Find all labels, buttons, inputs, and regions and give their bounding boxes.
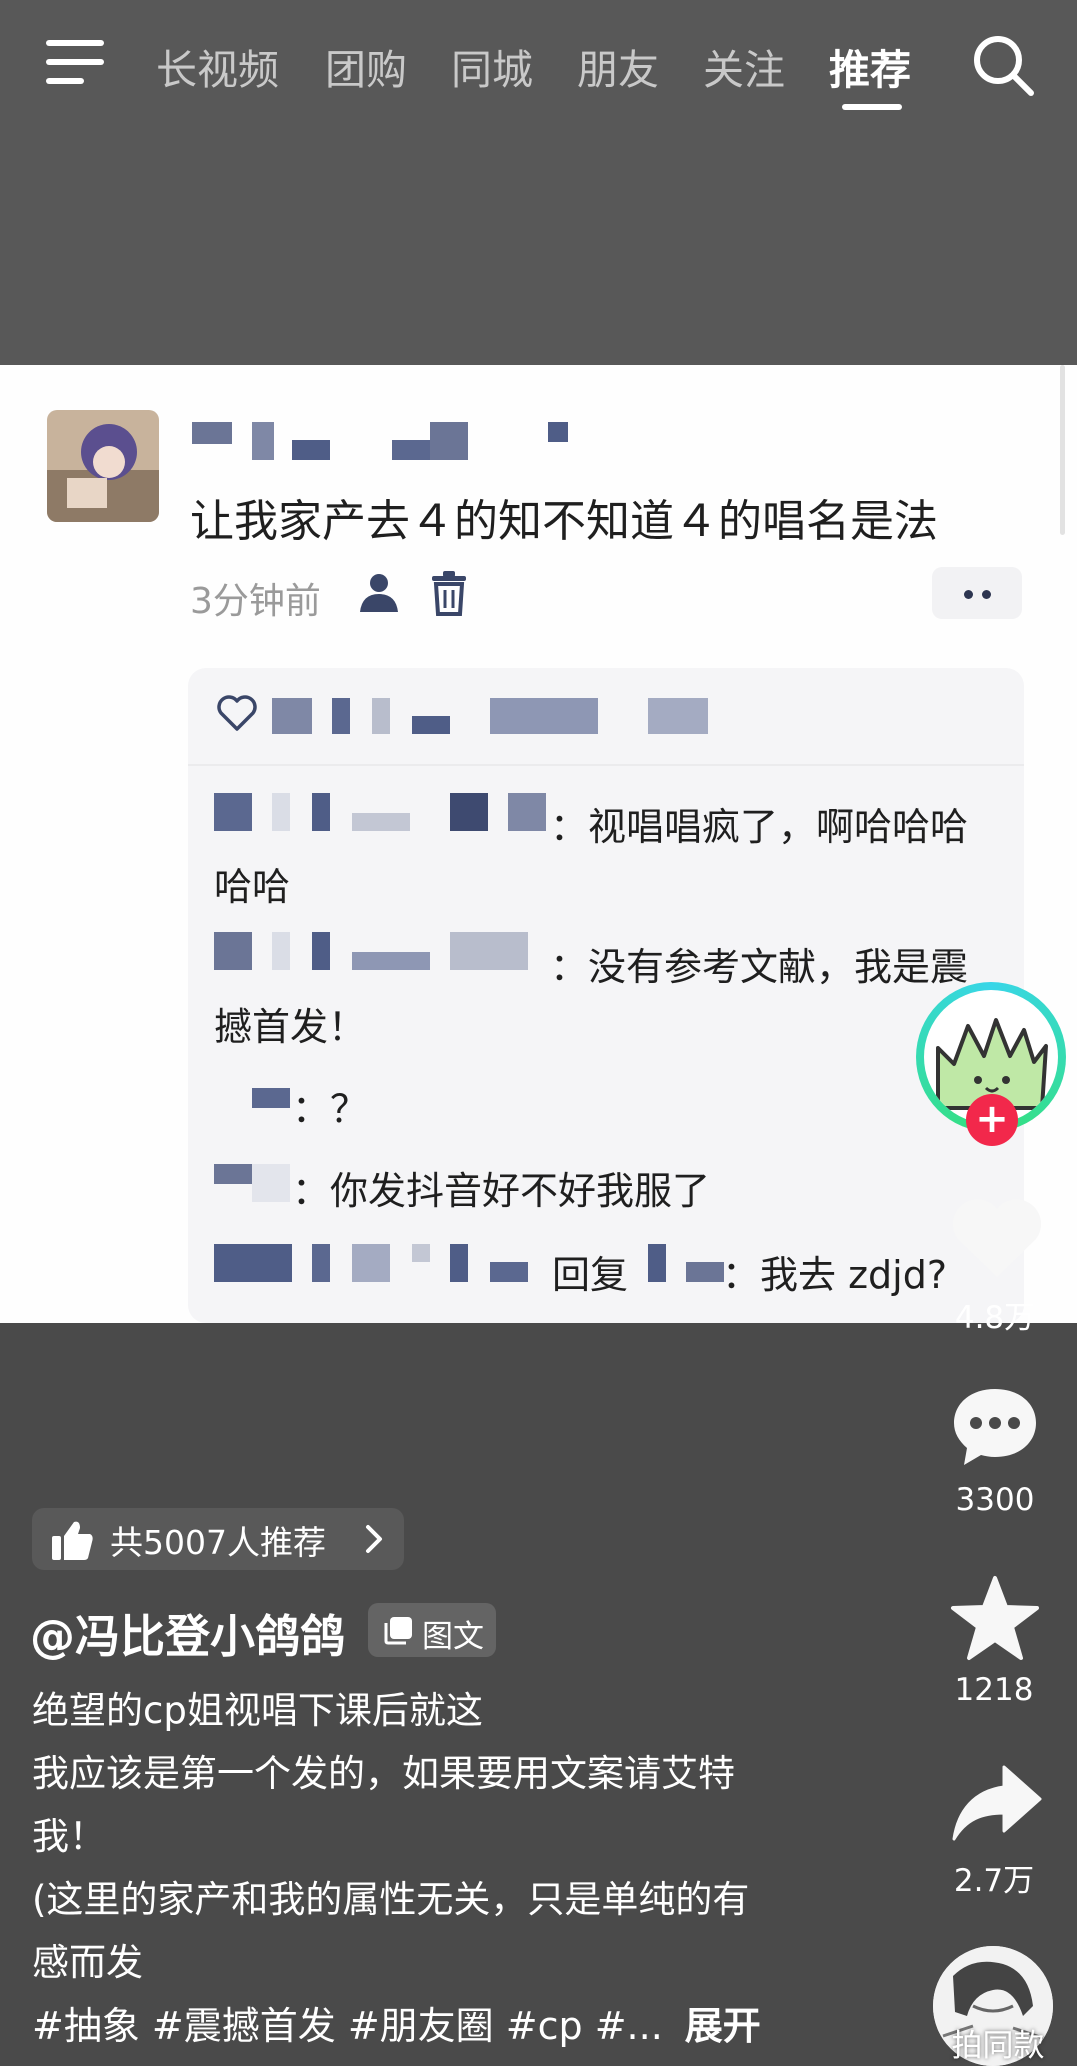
censored-reply-author [490, 1262, 528, 1282]
censored-reply-author [214, 1244, 292, 1282]
censored-likers [412, 716, 450, 734]
trash-icon[interactable] [430, 570, 468, 616]
heart-icon[interactable] [950, 1195, 1044, 1283]
like-count: 4.8万 [954, 1300, 1036, 1336]
censored-reply-author [272, 932, 290, 970]
chevron-right-icon [366, 1525, 382, 1553]
share-count: 2.7万 [953, 1863, 1035, 1899]
commenter-avatar [47, 410, 159, 522]
censored-username [392, 440, 430, 460]
censored-reply-author [450, 793, 488, 831]
tab-recommend[interactable]: 推荐 [829, 36, 911, 96]
more-options-button[interactable] [932, 567, 1022, 619]
tab-long-video[interactable]: 长视频 [156, 36, 279, 96]
reply-word: 回复 [552, 1253, 629, 1297]
censored-reply-author [450, 932, 528, 970]
reply-text: ：？ [292, 1087, 369, 1131]
censored-username [252, 422, 274, 460]
active-tab-indicator [842, 104, 902, 110]
share-icon[interactable] [950, 1763, 1042, 1843]
reply-text: ：没有参考文献，我是震 [550, 945, 969, 989]
image-text-icon [384, 1617, 412, 1645]
censored-likers [372, 698, 390, 734]
tab-group-buy[interactable]: 团购 [325, 36, 407, 96]
censored-reply-author [412, 1244, 430, 1262]
censored-reply-author [214, 932, 252, 970]
tab-following[interactable]: 关注 [703, 36, 785, 96]
reply-text: 哈哈 [214, 865, 291, 909]
censored-reply-author [352, 813, 410, 831]
favorite-count: 1218 [954, 1672, 1034, 1708]
reply-text: ：我去 zdjd? [722, 1253, 947, 1297]
recommend-count-text[interactable]: 共5007人推荐 [110, 1516, 326, 1564]
author-name[interactable]: @冯比登小鸽鸽 [30, 1600, 345, 1665]
image-scrollbar [1060, 365, 1065, 535]
censored-likers [648, 698, 708, 734]
censored-reply-author [214, 793, 252, 831]
censored-username [192, 422, 232, 444]
reply-text: ：你发抖音好不好我服了 [292, 1169, 711, 1213]
comment-count: 3300 [955, 1482, 1035, 1518]
comment-timestamp: 3分钟前 [190, 581, 321, 622]
description-line: (这里的家产和我的属性无关，只是单纯的有 [32, 1878, 750, 1921]
reply-text: ：视唱唱疯了，啊哈哈哈 [550, 805, 969, 849]
censored-likers [332, 698, 350, 734]
censored-reply-author [252, 1164, 290, 1202]
comment-text: 让我家产去４的知不知道４的唱名是法 [190, 496, 938, 547]
thumbs-up-icon [52, 1521, 93, 1560]
censored-reply-author [312, 1244, 330, 1282]
same-style-label[interactable]: 拍同款 [938, 2020, 1058, 2065]
post-type-badge: 图文 [368, 1603, 496, 1657]
comment-icon[interactable] [950, 1385, 1040, 1469]
description-line: 感而发 [32, 1941, 143, 1984]
censored-username [548, 422, 568, 442]
censored-reply-author [312, 793, 330, 831]
expand-button[interactable]: 展开 [685, 2004, 761, 2048]
hashtag-list[interactable]: #抽象 #震撼首发 #朋友圈 #cp #... [32, 2004, 663, 2048]
reply-text: 撼首发！ [214, 1005, 367, 1049]
star-icon[interactable] [949, 1574, 1041, 1664]
description-line: 绝望的cp姐视唱下课后就这 [32, 1689, 483, 1732]
description-line: 我应该是第一个发的，如果要用文案请艾特 [32, 1752, 735, 1795]
post-type-label: 图文 [422, 1619, 484, 1655]
censored-reply-author [272, 793, 290, 831]
censored-likers [272, 698, 312, 734]
person-icon [360, 574, 398, 612]
censored-username [430, 422, 468, 460]
follow-plus-button[interactable]: + [966, 1094, 1018, 1146]
menu-icon[interactable] [46, 40, 104, 86]
censored-reply-author [450, 1244, 468, 1282]
censored-reply-author [352, 952, 430, 970]
description-line: 我！ [32, 1815, 106, 1858]
censored-reply-author [508, 793, 546, 831]
censored-username [292, 440, 330, 460]
search-icon[interactable] [970, 32, 1036, 98]
censored-reply-target [648, 1244, 666, 1282]
censored-reply-target [686, 1262, 724, 1282]
censored-reply-author [352, 1244, 390, 1282]
censored-reply-author [252, 1088, 290, 1108]
censored-reply-author [214, 1164, 252, 1184]
heart-outline-icon[interactable] [216, 693, 258, 733]
replies-divider [188, 764, 1024, 766]
hashtags[interactable]: #抽象 #震撼首发 #朋友圈 #cp #... 展开 [32, 1995, 761, 2050]
tab-friends[interactable]: 朋友 [577, 36, 659, 96]
censored-likers [490, 698, 598, 734]
censored-reply-author [312, 932, 330, 970]
tab-nearby[interactable]: 同城 [451, 36, 533, 96]
